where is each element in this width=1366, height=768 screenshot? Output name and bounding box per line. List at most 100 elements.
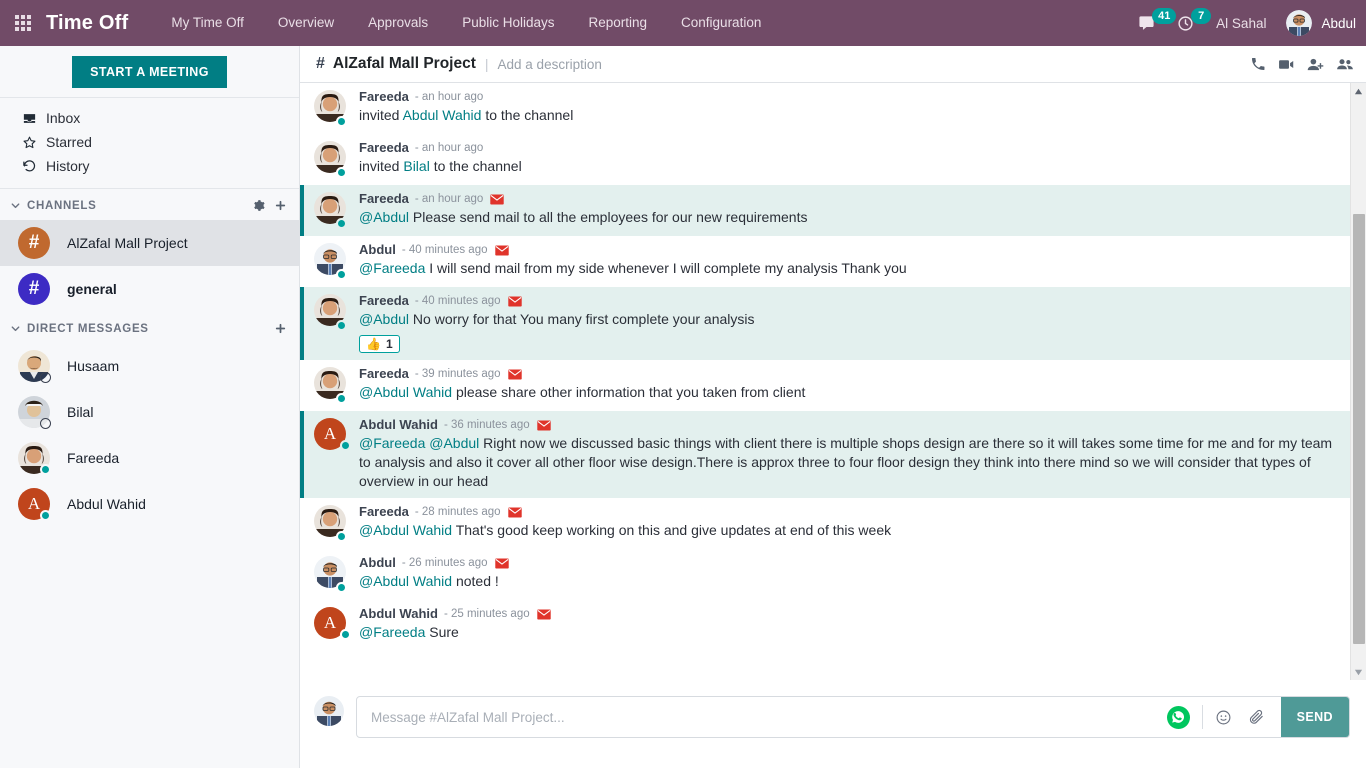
start-meeting-button[interactable]: START A MEETING — [72, 55, 227, 88]
status-indicator-online — [336, 167, 347, 178]
message-author: Abdul Wahid — [359, 417, 438, 432]
mention[interactable]: @Abdul — [429, 435, 479, 451]
mention[interactable]: @Fareeda — [359, 260, 425, 276]
scrollbar-thumb[interactable] — [1353, 214, 1365, 644]
whatsapp-icon[interactable] — [1166, 705, 1190, 729]
gear-icon[interactable] — [252, 199, 265, 212]
message-author: Fareeda — [359, 191, 409, 206]
message-avatar-column — [314, 556, 350, 593]
message-avatar-column: A — [314, 418, 351, 491]
add-person-icon[interactable] — [1307, 56, 1324, 73]
add-direct-message-icon[interactable] — [274, 322, 287, 335]
menu-item-configuration[interactable]: Configuration — [664, 0, 778, 46]
activities-counter[interactable]: 7 — [1177, 7, 1212, 32]
message-content: Fareeda - an hour ago @Abdul Please send m… — [350, 192, 1338, 229]
message-content: Fareeda - 40 minutes ago @Abdul No worry f… — [350, 294, 1338, 353]
message-item[interactable]: Fareeda - an hour ago invited Bilal to the… — [300, 134, 1350, 185]
channels-section-header: CHANNELS — [0, 189, 299, 220]
emoji-icon[interactable] — [1215, 709, 1232, 726]
phone-icon[interactable] — [1250, 56, 1266, 72]
avatar — [18, 442, 51, 475]
paperclip-icon[interactable] — [1248, 709, 1265, 726]
envelope-icon[interactable] — [536, 420, 551, 431]
envelope-icon[interactable] — [507, 507, 522, 518]
chevron-down-icon[interactable] — [10, 200, 21, 211]
message-item[interactable]: Fareeda - an hour ago invited Abdul Wahid … — [300, 83, 1350, 134]
envelope-icon[interactable] — [490, 194, 505, 205]
dm-label: Fareeda — [67, 450, 120, 466]
scroll-down-arrow[interactable] — [1351, 664, 1366, 680]
avatar — [314, 90, 347, 127]
envelope-icon[interactable] — [494, 245, 509, 256]
sidebar-item-starred[interactable]: Starred — [0, 130, 299, 154]
channel-description-input[interactable]: Add a description — [498, 57, 602, 72]
messages-scrollbar[interactable] — [1350, 83, 1366, 680]
composer-avatar — [314, 696, 344, 731]
sidebar-item-dm-fareeda[interactable]: Fareeda — [0, 435, 299, 481]
company-name[interactable]: Al Sahal — [1216, 16, 1266, 31]
apps-grid-icon[interactable] — [0, 15, 46, 31]
message-text: @Abdul Wahid That's good keep working on… — [359, 521, 1338, 540]
sidebar-item-dm-abdul-wahid[interactable]: A Abdul Wahid — [0, 481, 299, 527]
envelope-icon[interactable] — [507, 369, 522, 380]
send-button[interactable]: SEND — [1280, 697, 1349, 737]
composer-divider — [1201, 705, 1203, 729]
members-icon[interactable] — [1336, 55, 1354, 73]
mention[interactable]: @Fareeda — [359, 624, 425, 640]
envelope-icon[interactable] — [507, 296, 522, 307]
chevron-down-icon[interactable] — [10, 323, 21, 334]
user-link[interactable]: Bilal — [403, 158, 429, 174]
menu-item-overview[interactable]: Overview — [261, 0, 351, 46]
messages-counter[interactable]: 41 — [1138, 7, 1177, 32]
sidebar-item-dm-husaam[interactable]: Husaam — [0, 343, 299, 389]
sidebar-item-channel-general[interactable]: # general — [0, 266, 299, 312]
avatar — [314, 243, 347, 280]
message-item[interactable]: Fareeda - an hour ago @Abdul Please send m… — [300, 185, 1350, 236]
message-input[interactable] — [357, 697, 1167, 737]
message-item[interactable]: Abdul - 26 minutes ago @Abdul Wahid noted … — [300, 549, 1350, 600]
menu-item-reporting[interactable]: Reporting — [571, 0, 664, 46]
mention[interactable]: @Abdul Wahid — [359, 573, 452, 589]
message-item[interactable]: Fareeda - 40 minutes ago @Abdul No worry f… — [300, 287, 1350, 360]
sidebar-item-inbox[interactable]: Inbox — [0, 106, 299, 130]
message-item[interactable]: A Abdul Wahid - 25 minutes ago @Fareeda Sur… — [300, 600, 1350, 649]
menu-item-my-time-off[interactable]: My Time Off — [154, 0, 261, 46]
sidebar-item-history[interactable]: History — [0, 154, 299, 178]
message-item[interactable]: Fareeda - 39 minutes ago @Abdul Wahid plea… — [300, 360, 1350, 411]
message-item[interactable]: Abdul - 40 minutes ago @Fareeda I will sen… — [300, 236, 1350, 287]
user-link[interactable]: Abdul Wahid — [403, 107, 482, 123]
message-meta: Abdul Wahid - 25 minutes ago — [359, 607, 1338, 621]
message-item[interactable]: A Abdul Wahid - 36 minutes ago @Fareeda @Ab… — [300, 411, 1350, 498]
avatar — [314, 556, 347, 593]
message-text: @Fareeda I will send mail from my side w… — [359, 259, 1338, 278]
sidebar-item-channel-alzafal-mall-project[interactable]: # AlZafal Mall Project — [0, 220, 299, 266]
mention[interactable]: @Abdul Wahid — [359, 384, 452, 400]
reaction-count: 1 — [385, 337, 393, 351]
message-avatar-column — [314, 192, 350, 229]
menu-item-approvals[interactable]: Approvals — [351, 0, 445, 46]
mention[interactable]: @Abdul Wahid — [359, 522, 452, 538]
avatar — [314, 505, 347, 542]
channel-title[interactable]: AlZafal Mall Project — [333, 55, 476, 73]
top-right-actions: 41 7 Al Sahal Abdul — [1138, 0, 1366, 46]
mention[interactable]: @Abdul — [359, 311, 409, 327]
message-timestamp: - 28 minutes ago — [414, 506, 501, 518]
reaction-badge[interactable]: 👍 1 — [359, 335, 400, 353]
mention[interactable]: @Abdul — [359, 209, 409, 225]
sidebar-item-dm-bilal[interactable]: Bilal — [0, 389, 299, 435]
message-avatar-column — [314, 294, 350, 353]
avatar: A — [314, 607, 351, 640]
envelope-icon[interactable] — [494, 558, 509, 569]
add-channel-icon[interactable] — [274, 199, 287, 212]
video-icon[interactable] — [1278, 56, 1295, 73]
user-menu[interactable]: Abdul — [1286, 10, 1356, 36]
message-composer: SEND — [300, 680, 1366, 768]
message-item[interactable]: Fareeda - 28 minutes ago @Abdul Wahid That… — [300, 498, 1350, 549]
menu-item-public-holidays[interactable]: Public Holidays — [445, 0, 571, 46]
reaction-emoji: 👍 — [366, 337, 381, 351]
mention[interactable]: @Fareeda — [359, 435, 425, 451]
inbox-icon — [22, 111, 46, 126]
scrollbar-track[interactable] — [1351, 99, 1366, 664]
scroll-up-arrow[interactable] — [1351, 83, 1366, 99]
envelope-icon[interactable] — [536, 609, 551, 620]
